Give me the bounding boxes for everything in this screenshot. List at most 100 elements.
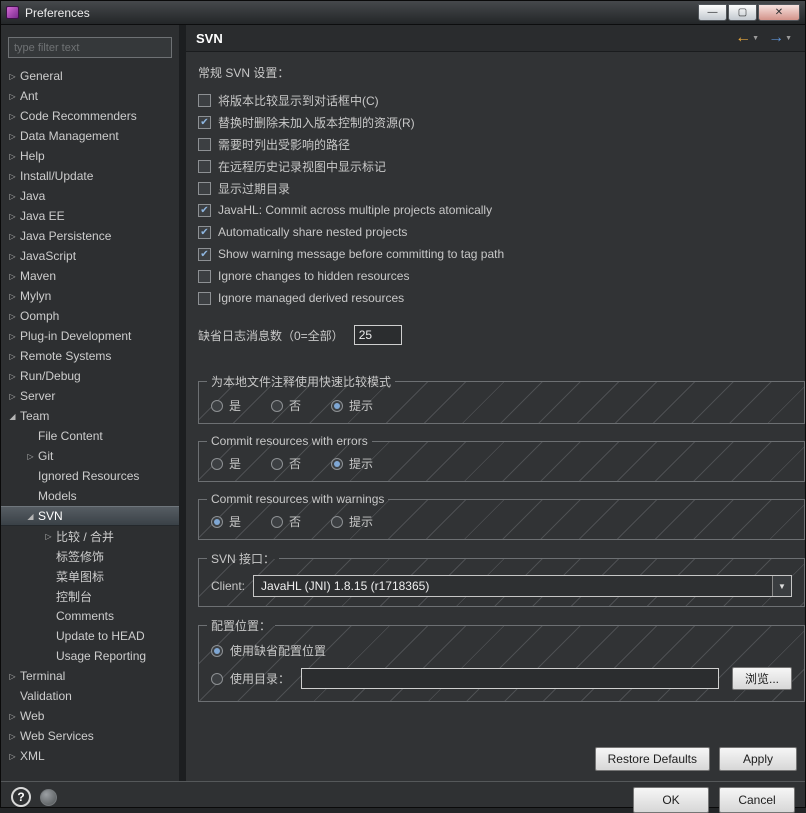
collapsed-arrow-icon[interactable]: ▷ — [5, 712, 20, 721]
ok-button[interactable]: OK — [633, 787, 709, 813]
close-button[interactable]: ✕ — [758, 4, 800, 21]
sidebar-item-svn[interactable]: ◢SVN — [1, 506, 179, 526]
sidebar-item-ignored-resources[interactable]: Ignored Resources — [1, 466, 179, 486]
radio-option[interactable]: 是 — [211, 397, 241, 414]
sidebar-item-remote-systems[interactable]: ▷Remote Systems — [1, 346, 179, 366]
sidebar-item-data-management[interactable]: ▷Data Management — [1, 126, 179, 146]
collapsed-arrow-icon[interactable]: ▷ — [5, 212, 20, 221]
collapsed-arrow-icon[interactable]: ▷ — [5, 172, 20, 181]
collapsed-arrow-icon[interactable]: ▷ — [5, 332, 20, 341]
minimize-button[interactable]: — — [698, 4, 727, 21]
radio-unselected[interactable] — [331, 516, 343, 528]
sidebar-item-team[interactable]: ◢Team — [1, 406, 179, 426]
sidebar-item-validation[interactable]: Validation — [1, 686, 179, 706]
checkbox-unchecked[interactable] — [198, 160, 211, 173]
sidebar-item-plug-in-development[interactable]: ▷Plug-in Development — [1, 326, 179, 346]
collapsed-arrow-icon[interactable]: ▷ — [5, 92, 20, 101]
sidebar-item-terminal[interactable]: ▷Terminal — [1, 666, 179, 686]
collapsed-arrow-icon[interactable]: ▷ — [5, 372, 20, 381]
checkbox-unchecked[interactable] — [198, 94, 211, 107]
sidebar-item-java-ee[interactable]: ▷Java EE — [1, 206, 179, 226]
chevron-down-icon[interactable]: ▼ — [772, 576, 791, 596]
restore-defaults-button[interactable]: Restore Defaults — [595, 747, 710, 771]
radio-unselected[interactable] — [211, 400, 223, 412]
sidebar-item-web-services[interactable]: ▷Web Services — [1, 726, 179, 746]
radio-option[interactable]: 提示 — [331, 397, 373, 414]
collapsed-arrow-icon[interactable]: ▷ — [5, 132, 20, 141]
sidebar-item-java-persistence[interactable]: ▷Java Persistence — [1, 226, 179, 246]
radio-selected[interactable] — [331, 458, 343, 470]
radio-option[interactable]: 是 — [211, 455, 241, 472]
sidebar-item-javascript[interactable]: ▷JavaScript — [1, 246, 179, 266]
sidebar-item-标签修饰[interactable]: 标签修饰 — [1, 546, 179, 566]
sidebar-item-mylyn[interactable]: ▷Mylyn — [1, 286, 179, 306]
collapsed-arrow-icon[interactable]: ▷ — [5, 152, 20, 161]
radio-selected[interactable] — [331, 400, 343, 412]
sidebar-item-git[interactable]: ▷Git — [1, 446, 179, 466]
sidebar-item-java[interactable]: ▷Java — [1, 186, 179, 206]
filter-input[interactable] — [8, 37, 172, 58]
browse-button[interactable]: 浏览... — [732, 667, 792, 690]
sidebar-item-oomph[interactable]: ▷Oomph — [1, 306, 179, 326]
radio-unselected[interactable] — [271, 458, 283, 470]
sidebar-item-菜单图标[interactable]: 菜单图标 — [1, 566, 179, 586]
title-bar[interactable]: Preferences — ▢ ✕ — [1, 1, 805, 25]
collapsed-arrow-icon[interactable]: ▷ — [5, 252, 20, 261]
collapsed-arrow-icon[interactable]: ▷ — [5, 752, 20, 761]
collapsed-arrow-icon[interactable]: ▷ — [5, 312, 20, 321]
checkbox-row[interactable]: 将版本比较显示到对话框中(C) — [198, 89, 805, 111]
collapsed-arrow-icon[interactable]: ▷ — [23, 452, 38, 461]
client-combo[interactable]: JavaHL (JNI) 1.8.15 (r1718365) ▼ — [253, 575, 792, 597]
collapsed-arrow-icon[interactable]: ▷ — [5, 732, 20, 741]
checkbox-checked[interactable]: ✔ — [198, 226, 211, 239]
cancel-button[interactable]: Cancel — [719, 787, 795, 813]
log-count-input[interactable] — [354, 325, 402, 345]
checkbox-row[interactable]: 显示过期目录 — [198, 177, 805, 199]
checkbox-row[interactable]: 需要时列出受影响的路径 — [198, 133, 805, 155]
use-directory-radio[interactable] — [211, 673, 223, 685]
collapsed-arrow-icon[interactable]: ▷ — [5, 292, 20, 301]
radio-option[interactable]: 否 — [271, 455, 301, 472]
sidebar-item-xml[interactable]: ▷XML — [1, 746, 179, 766]
apply-button[interactable]: Apply — [719, 747, 797, 771]
radio-option[interactable]: 提示 — [331, 513, 373, 530]
forward-button[interactable]: → ▼ — [765, 28, 795, 48]
radio-option[interactable]: 提示 — [331, 455, 373, 472]
collapsed-arrow-icon[interactable]: ▷ — [5, 112, 20, 121]
maximize-button[interactable]: ▢ — [728, 4, 757, 21]
checkbox-checked[interactable]: ✔ — [198, 116, 211, 129]
sidebar-item-update-to-head[interactable]: Update to HEAD — [1, 626, 179, 646]
collapsed-arrow-icon[interactable]: ▷ — [5, 352, 20, 361]
sidebar-item-server[interactable]: ▷Server — [1, 386, 179, 406]
sidebar-item-ant[interactable]: ▷Ant — [1, 86, 179, 106]
sidebar-item-models[interactable]: Models — [1, 486, 179, 506]
collapsed-arrow-icon[interactable]: ▷ — [5, 392, 20, 401]
checkbox-row[interactable]: ✔JavaHL: Commit across multiple projects… — [198, 199, 805, 221]
sidebar-item-web[interactable]: ▷Web — [1, 706, 179, 726]
expanded-arrow-icon[interactable]: ◢ — [23, 512, 38, 521]
help-icon[interactable]: ? — [11, 787, 31, 807]
back-button[interactable]: ← ▼ — [732, 28, 762, 48]
checkbox-unchecked[interactable] — [198, 292, 211, 305]
sidebar-item-general[interactable]: ▷General — [1, 66, 179, 86]
use-directory-row[interactable]: 使用目录： 浏览... — [207, 663, 796, 694]
radio-unselected[interactable] — [211, 458, 223, 470]
sidebar-item-code-recommenders[interactable]: ▷Code Recommenders — [1, 106, 179, 126]
radio-unselected[interactable] — [271, 516, 283, 528]
checkbox-row[interactable]: ✔替换时删除未加入版本控制的资源(R) — [198, 111, 805, 133]
sidebar-item-usage-reporting[interactable]: Usage Reporting — [1, 646, 179, 666]
sidebar-item-控制台[interactable]: 控制台 — [1, 586, 179, 606]
radio-option[interactable]: 否 — [271, 397, 301, 414]
sidebar-item-comments[interactable]: Comments — [1, 606, 179, 626]
radio-option[interactable]: 是 — [211, 513, 241, 530]
sidebar-item-run-debug[interactable]: ▷Run/Debug — [1, 366, 179, 386]
radio-selected[interactable] — [211, 516, 223, 528]
collapsed-arrow-icon[interactable]: ▷ — [5, 192, 20, 201]
settings-icon[interactable] — [40, 789, 57, 806]
sidebar-item-maven[interactable]: ▷Maven — [1, 266, 179, 286]
expanded-arrow-icon[interactable]: ◢ — [5, 412, 20, 421]
sidebar-item-install-update[interactable]: ▷Install/Update — [1, 166, 179, 186]
directory-input[interactable] — [301, 668, 719, 689]
checkbox-checked[interactable]: ✔ — [198, 248, 211, 261]
checkbox-unchecked[interactable] — [198, 182, 211, 195]
